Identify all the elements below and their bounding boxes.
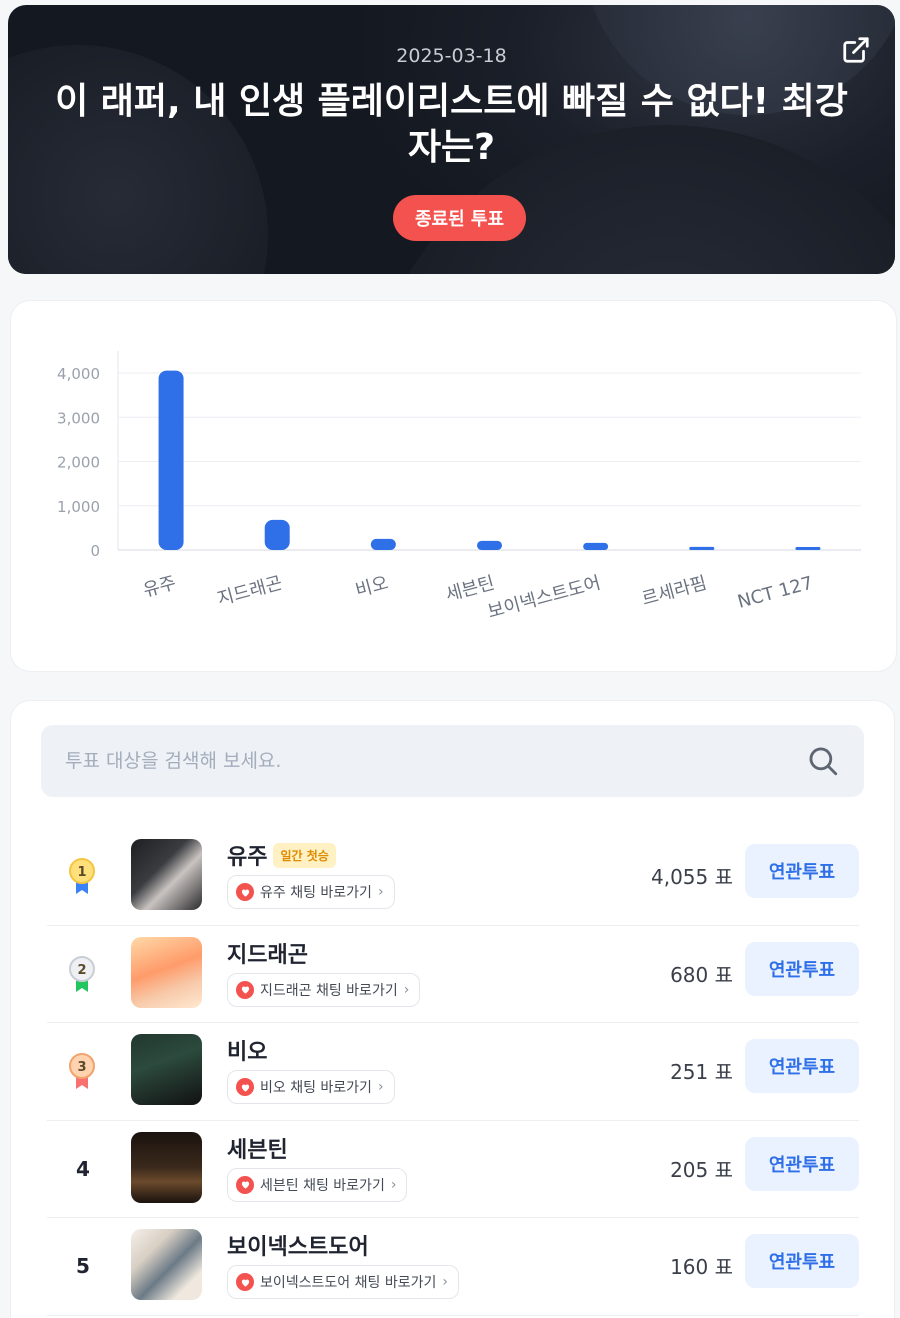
heart-icon xyxy=(236,883,254,901)
vote-count: 680 표 xyxy=(670,962,733,987)
candidate-thumbnail[interactable] xyxy=(131,1034,202,1105)
results-bar-chart: 01,0002,0003,0004,000유주 지드래곤 비오 세븐틴보이넥스트도어 르… xyxy=(57,351,861,623)
related-vote-button[interactable]: 연관투표 xyxy=(745,1234,859,1288)
chart-bar xyxy=(158,370,184,550)
candidate-name: 비오 xyxy=(227,1040,268,1065)
chat-link-label: 비오 채팅 바로가기 xyxy=(260,1080,372,1096)
chat-link-label: 유주 채팅 바로가기 xyxy=(260,885,372,901)
chart-bar xyxy=(795,547,821,550)
y-tick-label: 4,000 xyxy=(57,365,100,383)
candidate-name: 지드래곤 xyxy=(227,942,308,968)
list-item[interactable]: 4 세븐틴 세븐틴 채팅 바로가기 › 205 표 연관투표 xyxy=(47,1121,859,1218)
y-tick-label: 3,000 xyxy=(57,409,100,427)
related-vote-button[interactable]: 연관투표 xyxy=(745,1039,859,1093)
related-vote-button[interactable]: 연관투표 xyxy=(745,844,859,898)
rank-number: 4 xyxy=(76,1156,90,1181)
chart-bar xyxy=(689,546,715,550)
candidate-name-line: 유주 일간 첫승 xyxy=(227,839,336,871)
candidate-name: 보이넥스트도어 xyxy=(227,1235,369,1260)
related-vote-button[interactable]: 연관투표 xyxy=(745,1136,859,1191)
heart-icon xyxy=(236,1078,254,1096)
status-badge: 종료된 투표 xyxy=(393,195,526,241)
chat-link-button[interactable]: 세븐틴 채팅 바로가기 › xyxy=(227,1167,408,1202)
list-item[interactable]: 5 보이넥스트도어 보이넥스트도어 채팅 바로가기 › 160 표 연관투표 xyxy=(47,1218,859,1316)
candidate-name-line: 보이넥스트도어 xyxy=(227,1229,369,1261)
search-input[interactable] xyxy=(65,750,806,772)
x-tick-label: 르세라핌 xyxy=(640,573,709,610)
chat-link-button[interactable]: 유주 채팅 바로가기 › xyxy=(227,875,395,909)
search-icon[interactable] xyxy=(806,744,840,778)
results-chart-card: 0 1,000 2,000 3,000 4,000 유주 지드래곤 비오 세븐틴 보이넥스트도어 르… xyxy=(10,300,897,672)
candidate-name-line: 지드래곤 xyxy=(227,937,308,969)
y-tick-label: 2,000 xyxy=(57,454,100,472)
chat-link-label: 세븐틴 채팅 바로가기 xyxy=(260,1177,385,1194)
y-tick-label: 1,000 xyxy=(57,498,100,516)
external-link-icon[interactable] xyxy=(841,35,871,65)
candidate-thumbnail[interactable] xyxy=(131,1229,202,1300)
chat-link-label: 지드래곤 채팅 바로가기 xyxy=(260,982,398,999)
rank-number: 3 xyxy=(77,1060,86,1075)
chart-bar xyxy=(477,540,502,550)
search-bar xyxy=(41,725,864,797)
heart-icon xyxy=(236,1175,254,1194)
chat-link-button[interactable]: 지드래곤 채팅 바로가기 › xyxy=(227,972,421,1007)
list-item[interactable]: 1 유주 일간 첫승 유주 채팅 바로가기 › 4,055 표 연관투표 xyxy=(47,828,859,926)
chevron-right-icon: › xyxy=(403,981,410,998)
rank-number: 2 xyxy=(77,963,86,978)
list-item[interactable]: 2 지드래곤 지드래곤 채팅 바로가기 › 680 표 연관투표 xyxy=(47,926,859,1023)
x-tick-label: 비오 xyxy=(353,573,390,602)
candidate-list: 1 유주 일간 첫승 유주 채팅 바로가기 › 4,055 표 연관투표 2 지… xyxy=(47,828,859,1316)
vote-count: 251 표 xyxy=(670,1060,733,1084)
chevron-right-icon: › xyxy=(442,1274,448,1290)
candidate-list-card: 1 유주 일간 첫승 유주 채팅 바로가기 › 4,055 표 연관투표 2 xyxy=(10,700,895,1318)
rank-medal-icon: 1 xyxy=(69,858,95,894)
candidate-name: 세븐틴 xyxy=(227,1137,288,1163)
rank-number: 5 xyxy=(76,1254,90,1278)
candidate-thumbnail[interactable] xyxy=(131,936,202,1008)
vote-count: 160 표 xyxy=(670,1255,733,1279)
chart-bar xyxy=(370,538,396,550)
heart-icon xyxy=(236,980,254,999)
chat-link-button[interactable]: 보이넥스트도어 채팅 바로가기 › xyxy=(227,1265,459,1299)
chevron-right-icon: › xyxy=(377,1079,384,1095)
rank-medal-icon: 3 xyxy=(69,1053,95,1089)
related-vote-button[interactable]: 연관투표 xyxy=(745,941,859,996)
vote-title: 이 래퍼, 내 인생 플레이리스트에 빠질 수 없다! 최강자는? xyxy=(55,81,848,168)
heart-icon xyxy=(236,1273,254,1291)
chat-link-button[interactable]: 비오 채팅 바로가기 › xyxy=(227,1070,395,1104)
achievement-badge: 일간 첫승 xyxy=(273,842,336,868)
candidate-thumbnail[interactable] xyxy=(131,839,202,910)
chevron-right-icon: › xyxy=(377,884,384,900)
list-item[interactable]: 3 비오 비오 채팅 바로가기 › 251 표 연관투표 xyxy=(47,1023,859,1121)
chevron-right-icon: › xyxy=(390,1176,397,1193)
candidate-name: 유주 xyxy=(227,845,268,870)
vote-count: 205 표 xyxy=(670,1157,733,1182)
vote-count: 4,055 표 xyxy=(650,865,733,889)
x-tick-label: 유주 xyxy=(141,573,178,602)
chart-bar xyxy=(264,519,290,550)
chart-bar xyxy=(583,542,609,550)
rank-medal-icon: 2 xyxy=(69,955,95,992)
x-tick-label: 보이넥스트도어 xyxy=(486,573,603,623)
x-tick-label: 지드래곤 xyxy=(215,573,284,610)
x-tick-label: NCT 127 xyxy=(735,573,815,613)
vote-header: 2025-03-18 이 래퍼, 내 인생 플레이리스트에 빠질 수 없다! 최… xyxy=(8,5,895,274)
y-tick-label: 0 xyxy=(90,542,100,560)
candidate-name-line: 세븐틴 xyxy=(227,1132,288,1164)
candidate-thumbnail[interactable] xyxy=(131,1131,202,1203)
rank-number: 1 xyxy=(77,865,86,880)
vote-date: 2025-03-18 xyxy=(396,45,507,67)
candidate-name-line: 비오 xyxy=(227,1034,267,1066)
chat-link-label: 보이넥스트도어 채팅 바로가기 xyxy=(260,1275,437,1291)
